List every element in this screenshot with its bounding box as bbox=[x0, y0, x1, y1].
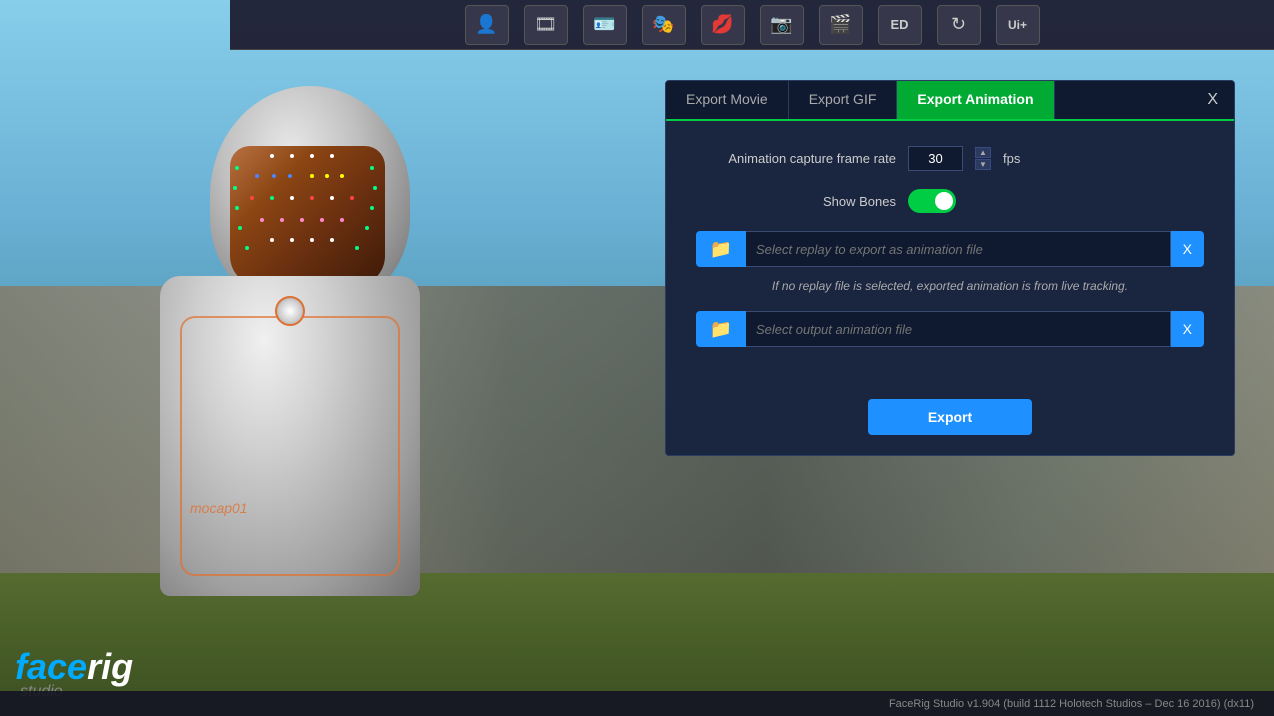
robot-figure: mocap01 bbox=[80, 36, 640, 686]
robot-chest-circle bbox=[275, 296, 305, 326]
face-tracking-dots bbox=[230, 146, 385, 286]
frame-rate-label: Animation capture frame rate bbox=[696, 151, 896, 166]
logo-face: face bbox=[15, 646, 87, 687]
show-bones-row: Show Bones bbox=[696, 189, 1204, 213]
toolbar-btn-refresh[interactable]: ↻ bbox=[937, 5, 981, 45]
output-file-browse-button[interactable]: 📁 bbox=[696, 311, 746, 347]
toolbar-btn-video[interactable]: 🎬 bbox=[819, 5, 863, 45]
toolbar-btn-puppet[interactable]: 🎭 bbox=[642, 5, 686, 45]
replay-file-browse-button[interactable]: 📁 bbox=[696, 231, 746, 267]
logo-rig: rig bbox=[87, 646, 133, 687]
export-button-container: Export bbox=[666, 384, 1234, 455]
logo-text: facerig bbox=[15, 646, 133, 688]
toggle-knob bbox=[935, 192, 953, 210]
show-bones-toggle[interactable] bbox=[908, 189, 956, 213]
frame-rate-decrement[interactable]: ▼ bbox=[975, 159, 991, 170]
output-file-clear-button[interactable]: X bbox=[1171, 311, 1204, 347]
show-bones-label: Show Bones bbox=[696, 194, 896, 209]
robot-head bbox=[210, 86, 410, 306]
frame-rate-row: Animation capture frame rate ▲ ▼ fps bbox=[696, 146, 1204, 171]
toolbar-btn-ui-plus[interactable]: Ui+ bbox=[996, 5, 1040, 45]
robot-torso-detail bbox=[180, 316, 400, 576]
frame-rate-input[interactable] bbox=[908, 146, 963, 171]
status-bar: FaceRig Studio v1.904 (build 1112 Holote… bbox=[0, 691, 1274, 716]
tab-export-gif[interactable]: Export GIF bbox=[789, 81, 898, 119]
folder-icon: 📁 bbox=[710, 239, 732, 260]
output-file-input[interactable] bbox=[746, 311, 1171, 347]
tab-export-movie[interactable]: Export Movie bbox=[666, 81, 789, 119]
replay-file-row: 📁 X bbox=[696, 231, 1204, 267]
toolbar-btn-mouth[interactable]: 💋 bbox=[701, 5, 745, 45]
frame-rate-unit: fps bbox=[1003, 151, 1020, 166]
toggle-track bbox=[908, 189, 956, 213]
robot-torso: mocap01 bbox=[160, 276, 420, 596]
output-file-row: 📁 X bbox=[696, 311, 1204, 347]
toolbar: 👤 🎞 🪪 🎭 💋 📷 🎬 ED ↻ Ui+ bbox=[230, 0, 1274, 50]
dialog-tabs: Export Movie Export GIF Export Animation… bbox=[666, 81, 1234, 121]
toolbar-btn-edit[interactable]: ED bbox=[878, 5, 922, 45]
toolbar-btn-id-card[interactable]: 🪪 bbox=[583, 5, 627, 45]
toolbar-btn-person[interactable]: 👤 bbox=[465, 5, 509, 45]
dialog-close-button[interactable]: X bbox=[1191, 81, 1234, 119]
frame-rate-increment[interactable]: ▲ bbox=[975, 147, 991, 158]
folder-icon-output: 📁 bbox=[710, 319, 732, 340]
robot-mocap-label: mocap01 bbox=[190, 500, 248, 516]
robot-face bbox=[230, 146, 385, 286]
toolbar-btn-film-strip[interactable]: 🎞 bbox=[524, 5, 568, 45]
dialog-body: Animation capture frame rate ▲ ▼ fps Sho… bbox=[666, 121, 1234, 384]
replay-hint-text: If no replay file is selected, exported … bbox=[696, 279, 1204, 293]
toolbar-btn-camera[interactable]: 📷 bbox=[760, 5, 804, 45]
replay-file-clear-button[interactable]: X bbox=[1171, 231, 1204, 267]
frame-rate-spinner: ▲ ▼ bbox=[975, 147, 991, 170]
tab-export-animation[interactable]: Export Animation bbox=[897, 81, 1054, 119]
export-button[interactable]: Export bbox=[868, 399, 1032, 435]
status-version-text: FaceRig Studio v1.904 (build 1112 Holote… bbox=[889, 698, 1254, 710]
export-dialog: Export Movie Export GIF Export Animation… bbox=[665, 80, 1235, 456]
replay-file-input[interactable] bbox=[746, 231, 1171, 267]
robot-body: mocap01 bbox=[130, 86, 550, 686]
